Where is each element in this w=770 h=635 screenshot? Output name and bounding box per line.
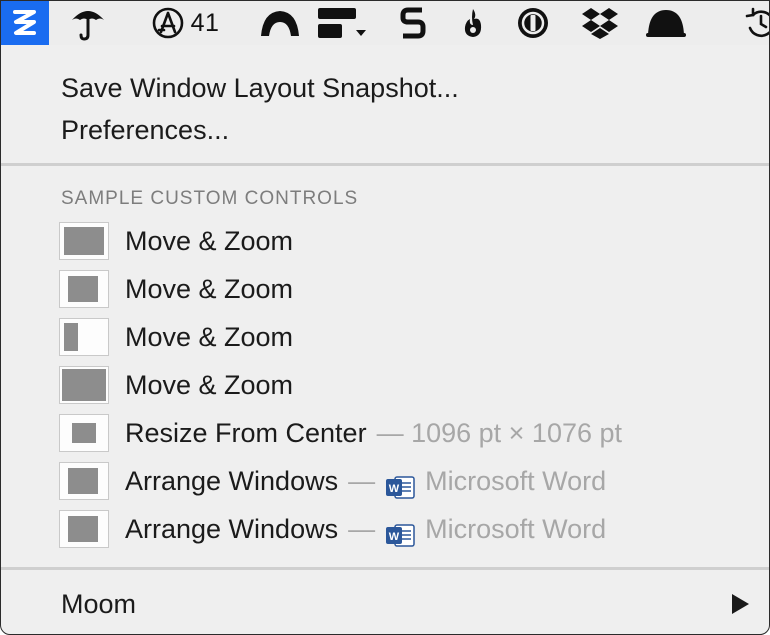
layout-thumbnail-icon xyxy=(59,270,109,308)
control-label: Move & Zoom xyxy=(125,370,294,400)
microsoft-word-icon: W xyxy=(385,516,415,547)
display-menu-icon[interactable] xyxy=(311,1,375,45)
preferences-item[interactable]: Preferences... xyxy=(1,107,769,153)
app-store-icon xyxy=(152,7,183,39)
control-label: Move & Zoom xyxy=(125,274,294,304)
custom-control-item[interactable]: Move & Zoom xyxy=(1,362,769,408)
custom-control-item[interactable]: Resize From Center — 1096 pt × 1076 pt xyxy=(1,410,769,456)
svg-text:W: W xyxy=(389,531,400,543)
save-window-layout-snapshot-item[interactable]: Save Window Layout Snapshot... xyxy=(1,65,769,111)
control-app-name: Microsoft Word xyxy=(425,466,607,496)
layout-thumbnail-icon xyxy=(59,318,109,356)
layout-thumbnail-icon xyxy=(59,414,109,452)
layout-thumbnail-icon xyxy=(59,366,109,404)
flame-icon[interactable] xyxy=(457,1,489,45)
control-label: Arrange Windows xyxy=(125,514,339,544)
arch-icon[interactable] xyxy=(255,1,305,45)
menubar: 41 xyxy=(1,1,769,45)
notification-bell-icon[interactable] xyxy=(641,1,691,45)
layout-thumbnail-icon xyxy=(59,462,109,500)
custom-control-item[interactable]: Arrange Windows — W Microsoft Word xyxy=(1,458,769,504)
menu-separator xyxy=(1,163,769,166)
menu-item-label: Preferences... xyxy=(61,115,230,145)
layout-thumbnail-icon xyxy=(59,222,109,260)
control-dash: — xyxy=(348,514,376,544)
control-app-name: Microsoft Word xyxy=(425,514,607,544)
section-heading: SAMPLE CUSTOM CONTROLS xyxy=(61,188,359,209)
moom-menu-window: 41 Save Window Layout Snapshot... Prefer… xyxy=(0,0,770,635)
app-store-update-count: 41 xyxy=(190,8,220,37)
app-store-badge[interactable]: 41 xyxy=(135,1,235,45)
control-dash: — xyxy=(348,466,376,496)
moom-submenu-item[interactable]: Moom xyxy=(1,581,769,627)
custom-control-item[interactable]: Move & Zoom xyxy=(1,266,769,312)
menu-separator xyxy=(1,567,769,570)
s-glyph-icon[interactable] xyxy=(393,1,433,45)
control-label: Resize From Center xyxy=(125,418,367,448)
time-machine-icon[interactable] xyxy=(741,1,769,45)
submenu-arrow-icon xyxy=(732,594,749,614)
menu-item-label: Save Window Layout Snapshot... xyxy=(61,73,459,103)
umbrella-icon[interactable] xyxy=(65,1,111,45)
microsoft-word-icon: W xyxy=(385,468,415,499)
moom-icon[interactable] xyxy=(1,1,49,45)
dropbox-icon[interactable] xyxy=(577,1,623,45)
control-detail: — 1096 pt × 1076 pt xyxy=(376,418,623,448)
svg-text:W: W xyxy=(389,483,400,495)
onepassword-icon[interactable] xyxy=(511,1,555,45)
custom-control-item[interactable]: Arrange Windows — W Microsoft Word xyxy=(1,506,769,552)
control-label: Arrange Windows xyxy=(125,466,339,496)
control-label: Move & Zoom xyxy=(125,226,294,256)
menu-item-label: Moom xyxy=(61,589,137,619)
custom-control-item[interactable]: Move & Zoom xyxy=(1,314,769,360)
layout-thumbnail-icon xyxy=(59,510,109,548)
custom-control-item[interactable]: Move & Zoom xyxy=(1,218,769,264)
control-label: Move & Zoom xyxy=(125,322,294,352)
